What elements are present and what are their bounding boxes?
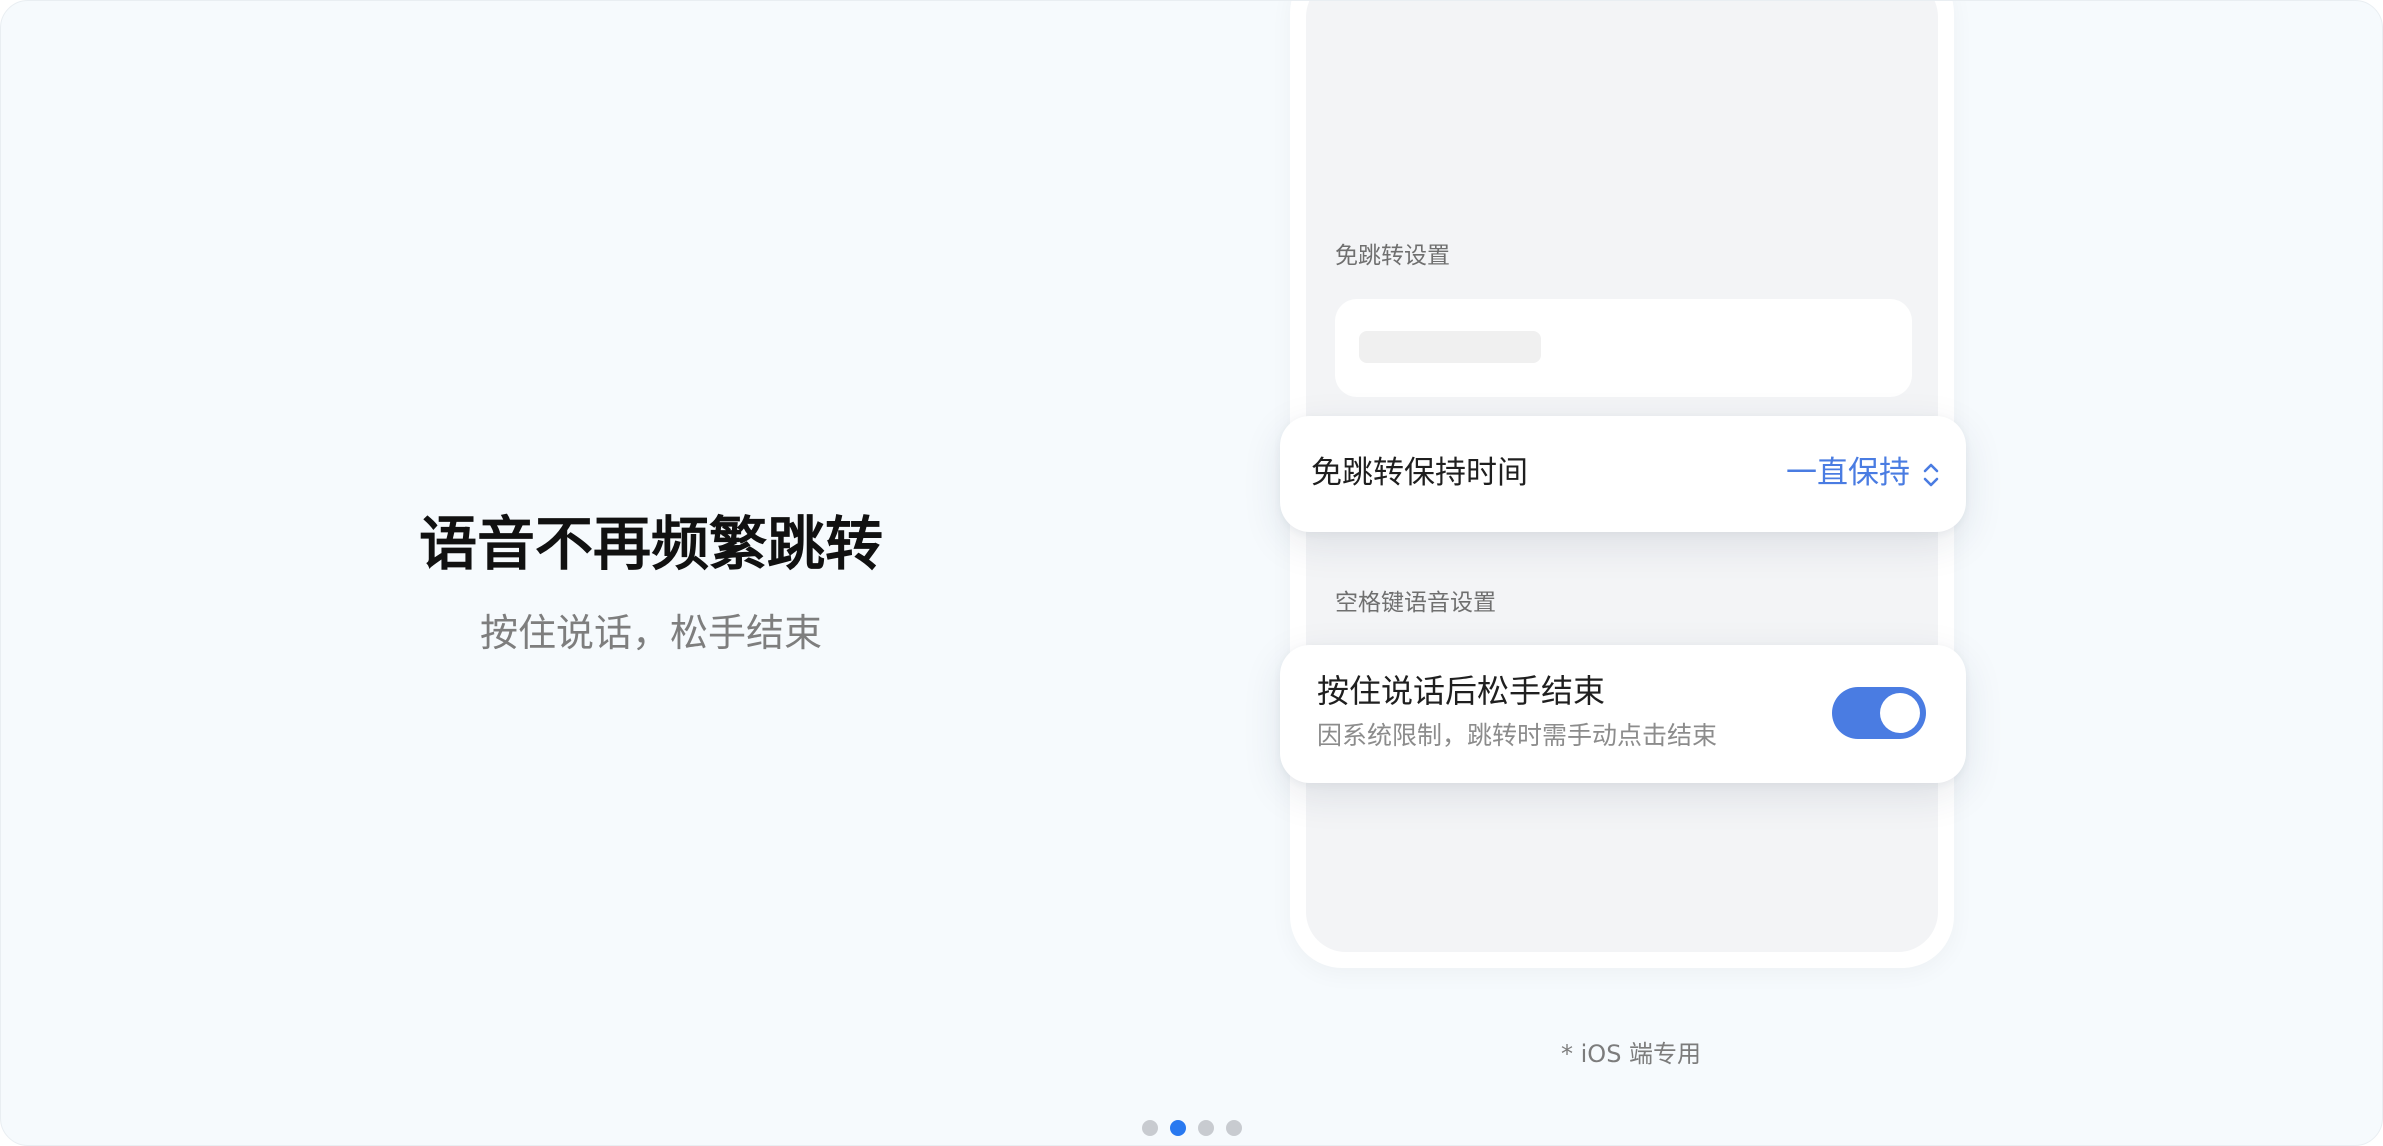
- page-dot-3[interactable]: [1198, 1120, 1214, 1136]
- hold-to-talk-toggle[interactable]: [1832, 687, 1926, 739]
- placeholder-bar: [1359, 331, 1541, 363]
- hero-subtitle: 按住说话，松手结束: [479, 611, 822, 655]
- onboarding-page: 语音不再频繁跳转 按住说话，松手结束 免跳转设置 免跳转保持时间 一直保持 空格…: [0, 0, 2383, 1146]
- chevron-up-down-icon[interactable]: [1922, 461, 1940, 489]
- page-dot-1[interactable]: [1142, 1120, 1158, 1136]
- hero-title: 语音不再频繁跳转: [418, 510, 883, 578]
- hold-to-talk-setting-row: 按住说话后松手结束 因系统限制，跳转时需手动点击结束: [1280, 645, 1966, 783]
- section-label-space-voice: 空格键语音设置: [1335, 590, 1496, 616]
- page-indicator: [1142, 1120, 1242, 1136]
- keep-time-value[interactable]: 一直保持: [1786, 452, 1910, 494]
- placeholder-card: [1335, 299, 1912, 397]
- page-dot-4[interactable]: [1226, 1120, 1242, 1136]
- hold-to-talk-label: 按住说话后松手结束: [1317, 672, 1606, 710]
- keep-time-setting-row[interactable]: 免跳转保持时间 一直保持: [1280, 416, 1966, 532]
- section-label-no-jump: 免跳转设置: [1335, 243, 1450, 269]
- toggle-knob: [1880, 693, 1920, 733]
- keep-time-label: 免跳转保持时间: [1311, 455, 1528, 491]
- ios-only-footnote: * iOS 端专用: [1561, 1040, 1702, 1068]
- hold-to-talk-description: 因系统限制，跳转时需手动点击结束: [1317, 721, 1718, 750]
- page-dot-2[interactable]: [1170, 1120, 1186, 1136]
